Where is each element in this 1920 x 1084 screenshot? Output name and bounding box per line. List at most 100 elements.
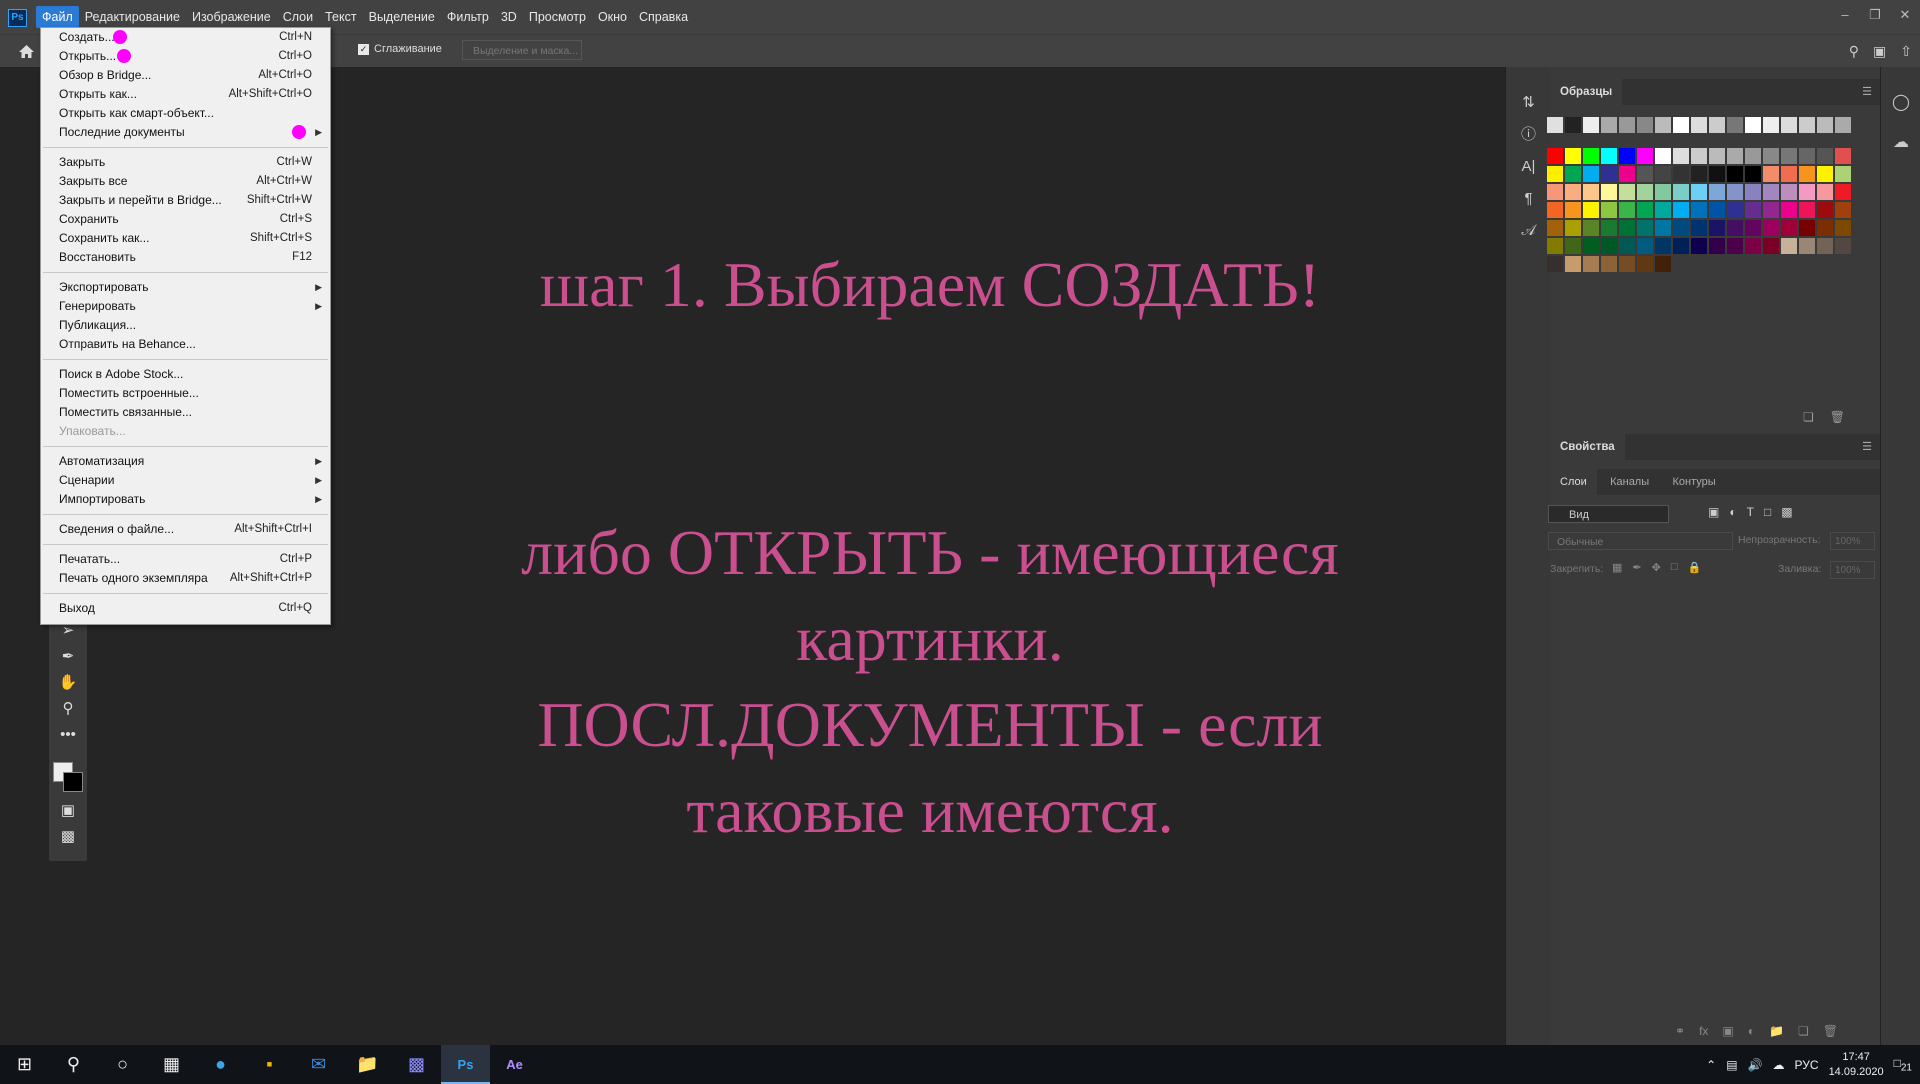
color-swatch[interactable]	[1619, 220, 1635, 236]
color-swatch[interactable]	[1799, 117, 1815, 133]
photoshop-taskbar-icon[interactable]: Ps	[441, 1045, 490, 1084]
character-icon[interactable]: A|	[1506, 151, 1551, 183]
trash-icon[interactable]: 🗑	[1823, 1024, 1838, 1038]
color-swatch[interactable]	[1835, 117, 1851, 133]
color-swatch[interactable]	[1619, 117, 1635, 133]
windows-start-icon[interactable]: ⊞	[0, 1045, 49, 1084]
learn-icon[interactable]: ◯	[1881, 83, 1920, 123]
color-swatch[interactable]	[1727, 166, 1743, 182]
file-menu-item[interactable]: Закрыть и перейти в Bridge... Shift+Ctrl+…	[41, 191, 330, 210]
color-swatch[interactable]	[1637, 238, 1653, 254]
file-menu-item[interactable]: Поиск в Adobe Stock...	[41, 365, 330, 384]
color-swatch[interactable]	[1691, 220, 1707, 236]
color-swatch[interactable]	[1655, 256, 1671, 272]
color-swatch[interactable]	[1655, 148, 1671, 164]
color-swatch[interactable]	[1781, 184, 1797, 200]
color-swatch[interactable]	[1745, 117, 1761, 133]
restore-icon[interactable]: ❐	[1860, 0, 1890, 34]
file-menu-item[interactable]: Открыть... Ctrl+O	[41, 47, 330, 66]
file-menu-item[interactable]: Печатать... Ctrl+P	[41, 550, 330, 569]
color-swatch[interactable]	[1547, 148, 1563, 164]
color-swatch[interactable]	[1817, 117, 1833, 133]
color-swatch[interactable]	[1673, 166, 1689, 182]
color-swatch[interactable]	[1655, 202, 1671, 218]
layer-filter-select[interactable]: Вид	[1548, 505, 1669, 523]
color-swatch[interactable]	[1835, 166, 1851, 182]
file-menu-item[interactable]: Сценарии ▶	[41, 471, 330, 490]
file-menu-item[interactable]: Сохранить как... Shift+Ctrl+S	[41, 229, 330, 248]
color-swatch[interactable]	[1601, 117, 1617, 133]
color-swatch[interactable]	[1655, 220, 1671, 236]
color-swatch[interactable]	[1547, 166, 1563, 182]
color-swatch[interactable]	[1637, 166, 1653, 182]
color-swatch[interactable]	[1619, 238, 1635, 254]
color-swatch[interactable]	[1583, 256, 1599, 272]
color-swatch[interactable]	[1781, 220, 1797, 236]
more-tools-icon[interactable]: •••	[49, 722, 87, 748]
color-swatch[interactable]	[1601, 166, 1617, 182]
color-swatch[interactable]	[1745, 166, 1761, 182]
color-swatch[interactable]	[1799, 220, 1815, 236]
premiere-icon[interactable]: ▩	[392, 1045, 441, 1084]
file-menu-item[interactable]: Создать... Ctrl+N	[41, 28, 330, 47]
color-swatch[interactable]	[1565, 202, 1581, 218]
color-swatch[interactable]	[1583, 220, 1599, 236]
lock-all-icon[interactable]: 🔒	[1688, 561, 1702, 574]
color-swatch[interactable]	[1763, 166, 1779, 182]
color-swatch[interactable]	[1691, 238, 1707, 254]
zoom-tool-icon[interactable]: ⚲	[49, 696, 87, 722]
color-swatch[interactable]	[1817, 238, 1833, 254]
store-icon[interactable]: ▪	[245, 1045, 294, 1084]
fill-field[interactable]: 100%	[1830, 561, 1875, 579]
hand-tool-icon[interactable]: ✋	[49, 670, 87, 696]
color-swatch[interactable]	[1655, 166, 1671, 182]
color-swatch[interactable]	[1655, 117, 1671, 133]
home-icon[interactable]	[18, 43, 35, 60]
color-swatch[interactable]	[1709, 148, 1725, 164]
color-swatch[interactable]	[1763, 148, 1779, 164]
file-menu-item[interactable]: Экспортировать ▶	[41, 278, 330, 297]
volume-icon[interactable]: 🔊	[1748, 1058, 1763, 1072]
menu-item[interactable]: Изображение	[186, 6, 277, 28]
file-menu-item[interactable]: Импортировать ▶	[41, 490, 330, 509]
file-menu-item[interactable]: Печать одного экземпляра Alt+Shift+Ctrl+P	[41, 569, 330, 588]
menu-item[interactable]: Окно	[592, 6, 633, 28]
color-swatch[interactable]	[1763, 238, 1779, 254]
file-menu-item[interactable]: Закрыть все Alt+Ctrl+W	[41, 172, 330, 191]
color-swatch[interactable]	[1619, 184, 1635, 200]
trash-icon[interactable]: 🗑	[1830, 410, 1845, 424]
color-swatch[interactable]	[1565, 117, 1581, 133]
swatches-tab[interactable]: Образцы	[1550, 79, 1623, 105]
color-swatch[interactable]	[1547, 202, 1563, 218]
search-icon[interactable]: ⚲	[1849, 43, 1859, 60]
file-menu-item[interactable]: Обзор в Bridge... Alt+Ctrl+O	[41, 66, 330, 85]
color-swatch[interactable]	[1763, 184, 1779, 200]
color-swatch[interactable]	[1781, 202, 1797, 218]
color-swatch[interactable]	[1547, 256, 1563, 272]
file-menu-item[interactable]: Публикация...	[41, 316, 330, 335]
color-swatch[interactable]	[1637, 148, 1653, 164]
lock-transparent-icon[interactable]: ▦	[1612, 561, 1622, 574]
close-icon[interactable]: ✕	[1890, 0, 1920, 34]
color-swatch[interactable]	[1655, 184, 1671, 200]
network-icon[interactable]: ▤	[1726, 1058, 1737, 1072]
color-swatch[interactable]	[1619, 256, 1635, 272]
blend-mode-select[interactable]: Обычные	[1548, 532, 1733, 550]
color-swatch[interactable]	[1691, 184, 1707, 200]
adjustment-filter-icon[interactable]: ◐	[1729, 505, 1736, 519]
color-swatch[interactable]	[1709, 202, 1725, 218]
color-swatch[interactable]	[1601, 148, 1617, 164]
link-icon[interactable]: ⚭	[1675, 1024, 1685, 1038]
color-swatch[interactable]	[1709, 117, 1725, 133]
color-swatch[interactable]	[1583, 166, 1599, 182]
color-swatch[interactable]	[1583, 148, 1599, 164]
color-swatch[interactable]	[1799, 166, 1815, 182]
select-and-mask-button[interactable]: Выделение и маска...	[462, 40, 582, 60]
color-swatch[interactable]	[1727, 148, 1743, 164]
color-swatch[interactable]	[1835, 220, 1851, 236]
lock-paint-icon[interactable]: ✒	[1632, 561, 1641, 574]
file-menu-item[interactable]: Сведения о файле... Alt+Shift+Ctrl+I	[41, 520, 330, 539]
color-swatch[interactable]	[1727, 117, 1743, 133]
menu-item[interactable]: Просмотр	[523, 6, 592, 28]
edge-browser-icon[interactable]: ●	[196, 1045, 245, 1084]
